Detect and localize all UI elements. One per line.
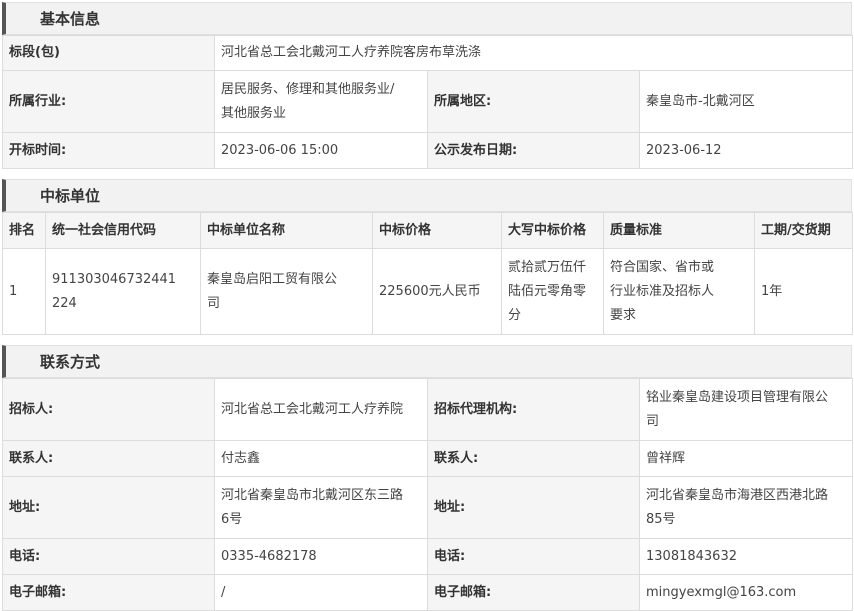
region-value: 秦皇岛市-北戴河区: [638, 70, 854, 133]
contact-person-label-left: 联系人:: [2, 440, 215, 477]
email-value-right: mingyexmgl@163.com: [639, 574, 853, 611]
code-line1: 911303046732441: [52, 271, 177, 287]
contact-person-label-right: 联系人:: [427, 440, 640, 477]
price-cell: 225600元人民币: [372, 248, 502, 335]
contact-table: 招标人: 河北省总工会北戴河工人疗养院 招标代理机构: 铭业秦皇岛建设项目管理有…: [2, 378, 853, 611]
winner-title: 中标单位: [40, 187, 101, 205]
contact-header: 联系方式: [2, 345, 852, 378]
phone-value-left: 0335-4682178: [214, 538, 428, 575]
agency-label: 招标代理机构:: [427, 378, 640, 441]
publish-date-value: 2023-06-12: [638, 132, 854, 169]
open-time-label: 开标时间:: [2, 132, 215, 169]
address-left-line2: 6号: [221, 511, 243, 527]
company-name-cell: 秦皇岛启阳工贸有限公 司: [200, 248, 373, 335]
address-label-right: 地址:: [427, 476, 640, 539]
section-label: 标段(包): [2, 35, 215, 71]
agency-value: 铭业秦皇岛建设项目管理有限公 司: [639, 378, 853, 441]
basic-info-table: 标段(包) 河北省总工会北戴河工人疗养院客房布草洗涤 所属行业: 居民服务、修理…: [2, 35, 854, 169]
header-code: 统一社会信用代码: [45, 212, 201, 249]
header-price-cn: 大写中标价格: [501, 212, 604, 249]
header-price: 中标价格: [372, 212, 502, 249]
agency-line1: 铭业秦皇岛建设项目管理有限公: [646, 389, 829, 405]
industry-value: 居民服务、修理和其他服务业/ 其他服务业: [214, 70, 428, 133]
contact-title: 联系方式: [40, 353, 101, 371]
publish-date-label: 公示发布日期:: [427, 132, 640, 169]
code-cell: 911303046732441 224: [45, 248, 201, 335]
quality-cell: 符合国家、省市或 行业标准及招标人 要求: [603, 248, 755, 335]
header-name: 中标单位名称: [200, 212, 373, 249]
rank-cell: 1: [2, 248, 46, 335]
email-value-left: /: [214, 574, 428, 611]
contact-person-value-right: 曾祥辉: [639, 440, 853, 477]
price-cn-line2: 陆佰元零角零: [508, 283, 587, 299]
winner-header: 中标单位: [2, 179, 852, 212]
open-time-value: 2023-06-06 15:00: [214, 132, 428, 169]
address-right-line2: 85号: [646, 511, 676, 527]
quality-line3: 要求: [610, 307, 637, 323]
address-left-line1: 河北省秦皇岛市北戴河区东三路: [221, 487, 404, 503]
email-label-right: 电子邮箱:: [427, 574, 640, 611]
period-cell: 1年: [754, 248, 853, 335]
address-value-left: 河北省秦皇岛市北戴河区东三路 6号: [214, 476, 428, 539]
winner-table: 排名 统一社会信用代码 中标单位名称 中标价格 大写中标价格 质量标准 工期/交…: [2, 212, 853, 335]
tenderer-label: 招标人:: [2, 378, 215, 441]
phone-value-right: 13081843632: [639, 538, 853, 575]
header-period: 工期/交货期: [754, 212, 853, 249]
industry-line2: 其他服务业: [221, 105, 287, 121]
price-cn-line1: 贰拾贰万伍仟: [508, 259, 587, 275]
table-row: 1 911303046732441 224 秦皇岛启阳工贸有限公 司 22560…: [2, 248, 853, 335]
industry-label: 所属行业:: [2, 70, 215, 133]
contact-person-value-left: 付志鑫: [214, 440, 428, 477]
email-label-left: 电子邮箱:: [2, 574, 215, 611]
phone-label-right: 电话:: [427, 538, 640, 575]
phone-label-left: 电话:: [2, 538, 215, 575]
quality-line2: 行业标准及招标人: [610, 283, 715, 299]
section-value: 河北省总工会北戴河工人疗养院客房布草洗涤: [213, 35, 854, 71]
price-cn-line3: 分: [508, 307, 522, 323]
price-cn-cell: 贰拾贰万伍仟 陆佰元零角零 分: [501, 248, 604, 335]
address-label-left: 地址:: [2, 476, 215, 539]
basic-info-title: 基本信息: [40, 10, 101, 28]
code-line2: 224: [52, 295, 77, 311]
company-line2: 司: [207, 295, 221, 311]
address-right-line1: 河北省秦皇岛市海港区西港北路: [646, 487, 829, 503]
agency-line2: 司: [646, 413, 660, 429]
quality-line1: 符合国家、省市或: [610, 259, 715, 275]
header-rank: 排名: [2, 212, 46, 249]
industry-line1: 居民服务、修理和其他服务业/: [221, 81, 395, 97]
tenderer-value: 河北省总工会北戴河工人疗养院: [214, 378, 428, 441]
company-line1: 秦皇岛启阳工贸有限公: [207, 271, 338, 287]
header-quality: 质量标准: [603, 212, 755, 249]
basic-info-header: 基本信息: [2, 2, 852, 35]
region-label: 所属地区:: [427, 70, 640, 133]
address-value-right: 河北省秦皇岛市海港区西港北路 85号: [639, 476, 853, 539]
